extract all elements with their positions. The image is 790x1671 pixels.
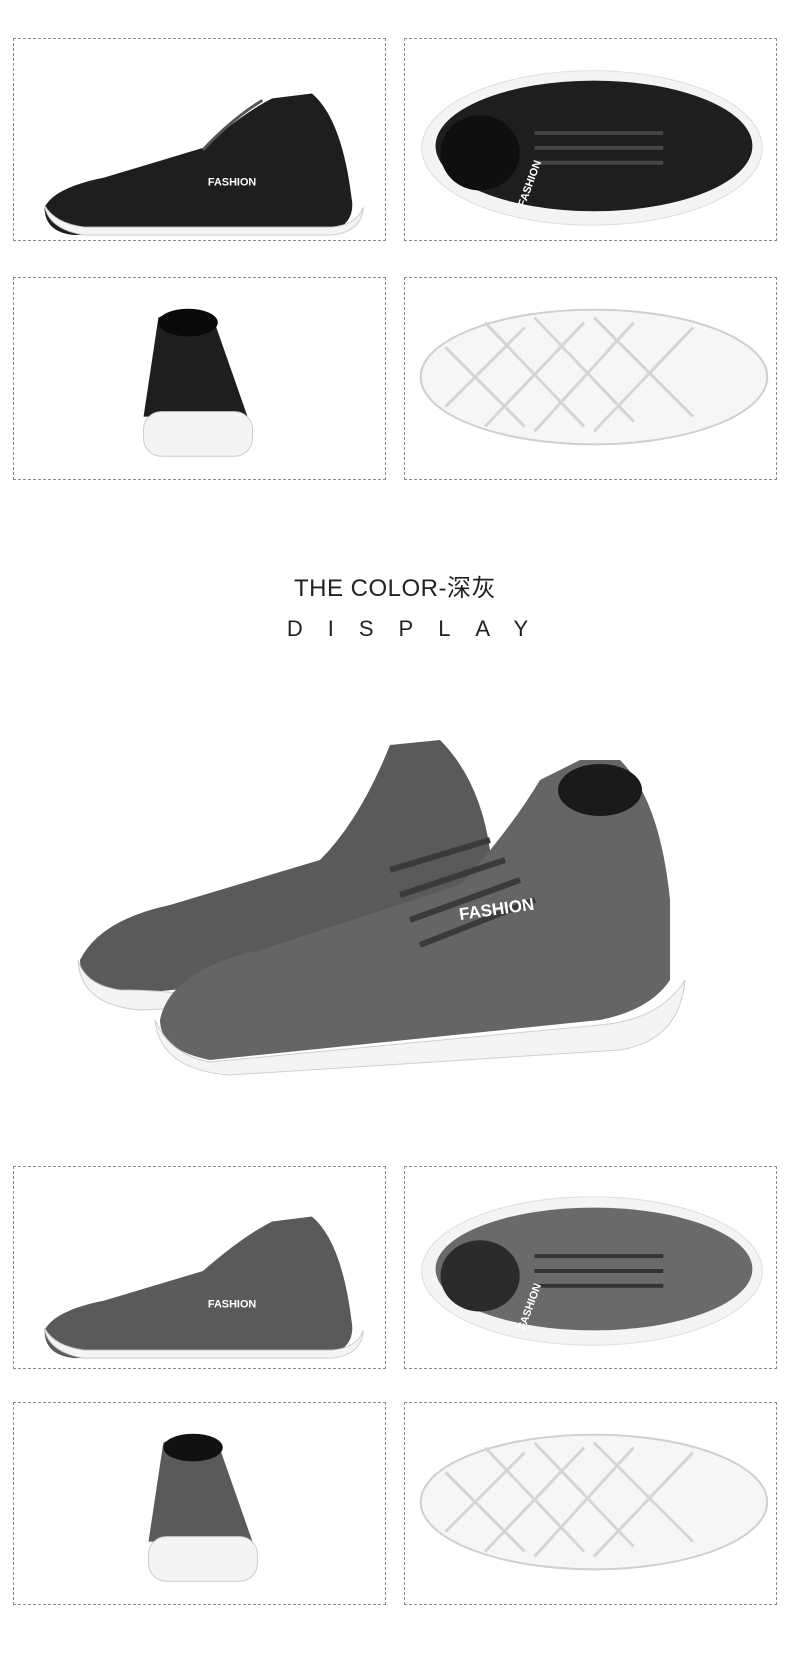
- photo-top-view-grey: FASHION: [404, 1166, 777, 1369]
- photo-side-view-black: FASHION: [13, 38, 386, 241]
- sneaker-back-image: [143, 308, 253, 457]
- sneaker-top-image: FASHION: [421, 70, 763, 226]
- sneaker-side-image: FASHION: [44, 1216, 364, 1359]
- hero-shoe-pair-photo: FASHION: [60, 720, 730, 1140]
- photo-back-view-grey: [13, 1402, 386, 1605]
- display-subtitle: DISPLAY: [286, 616, 554, 641]
- sneaker-sole-image: [419, 308, 769, 446]
- sneaker-back-image: [148, 1433, 258, 1582]
- brand-label: FASHION: [208, 1299, 256, 1311]
- photo-back-view-black: [13, 277, 386, 480]
- photo-top-view-black: FASHION: [404, 38, 777, 241]
- sneaker-pair-image: FASHION: [77, 740, 686, 1076]
- sneaker-sole-image: [419, 1433, 769, 1571]
- photo-side-view-grey: FASHION: [13, 1166, 386, 1369]
- sneaker-side-image: FASHION: [44, 93, 364, 236]
- photo-sole-view-grey: [404, 1402, 777, 1605]
- photo-sole-view-black: [404, 277, 777, 480]
- color-title: THE COLOR-深灰: [293, 575, 496, 602]
- brand-label: FASHION: [208, 177, 256, 189]
- sneaker-top-image: FASHION: [421, 1196, 763, 1346]
